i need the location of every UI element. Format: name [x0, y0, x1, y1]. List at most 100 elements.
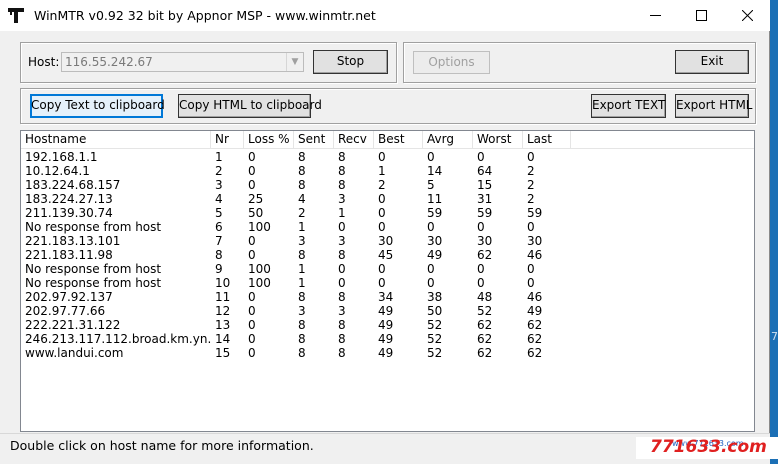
- cell-hostname[interactable]: 183.224.68.157: [25, 178, 211, 192]
- cell-nr: 2: [215, 164, 223, 178]
- export-html-button[interactable]: Export HTML: [675, 94, 753, 118]
- column-header-last[interactable]: Last: [523, 131, 571, 148]
- cell-nr: 10: [215, 276, 231, 290]
- cell-nr: 15: [215, 346, 231, 360]
- cell-nr: 1: [215, 150, 223, 164]
- cell-loss: 0: [248, 234, 256, 248]
- window-title: WinMTR v0.92 32 bit by Appnor MSP - www.…: [34, 8, 376, 23]
- list-header: Hostname Nr Loss % Sent Recv Best Avrg W…: [21, 131, 754, 149]
- cell-worst: 0: [477, 220, 485, 234]
- cell-worst: 48: [477, 290, 493, 304]
- cell-hostname[interactable]: 221.183.11.98: [25, 248, 211, 262]
- export-text-button[interactable]: Export TEXT: [591, 94, 666, 118]
- cell-hostname[interactable]: 202.97.92.137: [25, 290, 211, 304]
- cell-hostname[interactable]: 211.139.30.74: [25, 206, 211, 220]
- table-row[interactable]: 211.139.30.74 5 50 2 1 0 59 59 59: [21, 206, 754, 220]
- table-row[interactable]: 221.183.13.101 7 0 3 3 30 30 30 30: [21, 234, 754, 248]
- results-list[interactable]: Hostname Nr Loss % Sent Recv Best Avrg W…: [20, 130, 755, 432]
- cell-hostname[interactable]: No response from host: [25, 220, 211, 234]
- close-button[interactable]: [724, 0, 770, 31]
- cell-sent: 3: [298, 304, 306, 318]
- cell-hostname[interactable]: 222.221.31.122: [25, 318, 211, 332]
- table-row[interactable]: No response from host 10 100 1 0 0 0 0 0: [21, 276, 754, 290]
- cell-hostname[interactable]: 192.168.1.1: [25, 150, 211, 164]
- cell-last: 59: [527, 206, 543, 220]
- column-header-recv[interactable]: Recv: [334, 131, 374, 148]
- stop-button[interactable]: Stop: [313, 50, 388, 74]
- column-header-best[interactable]: Best: [374, 131, 423, 148]
- cell-hostname[interactable]: 10.12.64.1: [25, 164, 211, 178]
- copy-text-button[interactable]: Copy Text to clipboard: [30, 94, 165, 118]
- table-row[interactable]: 222.221.31.122 13 0 8 8 49 52 62 62: [21, 318, 754, 332]
- exit-button[interactable]: Exit: [675, 50, 749, 74]
- table-row[interactable]: www.landui.com 15 0 8 8 49 52 62 62: [21, 346, 754, 360]
- cell-nr: 11: [215, 290, 231, 304]
- cell-best: 49: [378, 318, 394, 332]
- maximize-icon: [695, 10, 707, 21]
- table-row[interactable]: 10.12.64.1 2 0 8 8 1 14 64 2: [21, 164, 754, 178]
- cell-last: 62: [527, 318, 543, 332]
- table-row[interactable]: 202.97.77.66 12 0 3 3 49 50 52 49: [21, 304, 754, 318]
- options-button[interactable]: Options: [413, 51, 490, 74]
- cell-worst: 30: [477, 234, 493, 248]
- cell-worst: 0: [477, 262, 485, 276]
- cell-last: 62: [527, 346, 543, 360]
- cell-sent: 8: [298, 332, 306, 346]
- cell-loss: 0: [248, 164, 256, 178]
- column-header-loss[interactable]: Loss %: [244, 131, 294, 148]
- cell-best: 0: [378, 192, 386, 206]
- cell-avrg: 11: [427, 192, 443, 206]
- minimize-button[interactable]: [632, 0, 678, 31]
- column-header-sent[interactable]: Sent: [294, 131, 334, 148]
- cell-sent: 8: [298, 248, 306, 262]
- cell-hostname[interactable]: No response from host: [25, 262, 211, 276]
- title-bar[interactable]: WinMTR v0.92 32 bit by Appnor MSP - www.…: [0, 0, 770, 31]
- table-row[interactable]: No response from host 9 100 1 0 0 0 0 0: [21, 262, 754, 276]
- cell-sent: 1: [298, 220, 306, 234]
- cell-hostname[interactable]: 202.97.77.66: [25, 304, 211, 318]
- cell-recv: 8: [338, 178, 346, 192]
- table-row[interactable]: 202.97.92.137 11 0 8 8 34 38 48 46: [21, 290, 754, 304]
- cell-best: 1: [378, 164, 386, 178]
- cell-recv: 8: [338, 248, 346, 262]
- cell-nr: 5: [215, 206, 223, 220]
- table-row[interactable]: 192.168.1.1 1 0 8 8 0 0 0 0: [21, 150, 754, 164]
- cell-nr: 4: [215, 192, 223, 206]
- cell-last: 2: [527, 164, 535, 178]
- table-row[interactable]: 221.183.11.98 8 0 8 8 45 49 62 46: [21, 248, 754, 262]
- cell-avrg: 52: [427, 318, 443, 332]
- host-label: Host:: [28, 55, 60, 69]
- cell-recv: 3: [338, 304, 346, 318]
- cell-sent: 8: [298, 318, 306, 332]
- maximize-button[interactable]: [678, 0, 724, 31]
- status-text: Double click on host name for more infor…: [10, 438, 314, 453]
- cell-sent: 8: [298, 346, 306, 360]
- cell-best: 2: [378, 178, 386, 192]
- copy-html-button[interactable]: Copy HTML to clipboard: [178, 94, 322, 118]
- cell-recv: 0: [338, 262, 346, 276]
- cell-last: 2: [527, 192, 535, 206]
- table-row[interactable]: 183.224.68.157 3 0 8 8 2 5 15 2: [21, 178, 754, 192]
- cell-worst: 0: [477, 150, 485, 164]
- cell-best: 0: [378, 262, 386, 276]
- cell-sent: 2: [298, 206, 306, 220]
- host-combobox[interactable]: 116.55.242.67 ▼: [61, 52, 304, 72]
- cell-recv: 8: [338, 318, 346, 332]
- table-row[interactable]: 246.213.117.112.broad.km.yn.dyna... 14 0 8 8…: [21, 332, 754, 346]
- cell-last: 2: [527, 178, 535, 192]
- cell-hostname[interactable]: No response from host: [25, 276, 211, 290]
- cell-hostname[interactable]: 221.183.13.101: [25, 234, 211, 248]
- column-header-nr[interactable]: Nr: [211, 131, 244, 148]
- column-header-hostname[interactable]: Hostname: [21, 131, 211, 148]
- cell-hostname[interactable]: 246.213.117.112.broad.km.yn.dyna...: [25, 332, 211, 346]
- column-header-worst[interactable]: Worst: [473, 131, 523, 148]
- cell-avrg: 52: [427, 332, 443, 346]
- cell-loss: 100: [248, 276, 271, 290]
- cell-hostname[interactable]: 183.224.27.13: [25, 192, 211, 206]
- column-header-avrg[interactable]: Avrg: [423, 131, 473, 148]
- table-row[interactable]: 183.224.27.13 4 25 4 3 0 11 31 2: [21, 192, 754, 206]
- table-row[interactable]: No response from host 6 100 1 0 0 0 0 0: [21, 220, 754, 234]
- cell-loss: 50: [248, 206, 264, 220]
- chevron-down-icon[interactable]: ▼: [286, 53, 303, 71]
- cell-hostname[interactable]: www.landui.com: [25, 346, 211, 360]
